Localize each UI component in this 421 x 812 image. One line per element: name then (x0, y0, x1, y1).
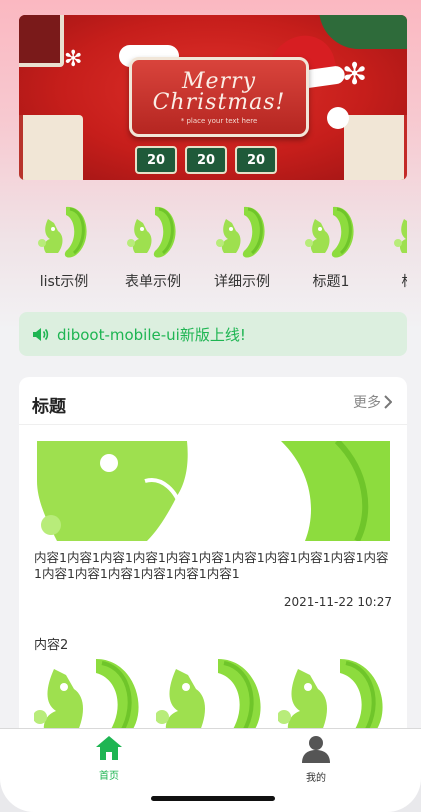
year-badge: 20 (235, 146, 277, 174)
squirrel-logo-icon (394, 219, 407, 253)
shortcut-title1[interactable]: 标题1 (286, 196, 376, 296)
squirrel-logo-icon (278, 659, 383, 739)
greeting-tagline: * place your text here (180, 117, 258, 125)
speaker-icon (33, 327, 49, 341)
pine-decoration (319, 15, 407, 49)
user-icon (302, 736, 330, 763)
gift-box-decoration (344, 115, 407, 180)
chevron-right-icon (384, 395, 392, 409)
snowflake-icon: ✻ (64, 47, 83, 72)
shortcut-label: 标题2 (375, 271, 407, 291)
tab-home[interactable]: 首页 (49, 735, 169, 782)
greeting-line2: Christmas! (152, 90, 286, 115)
greeting-plaque: Merry Christmas! * place your text here (129, 57, 309, 137)
snowflake-icon: ✻ (342, 57, 368, 92)
phone-screen: ✻ ✻ Merry Christmas! * place your text h… (0, 0, 421, 812)
notice-text: diboot-mobile-ui新版上线! (57, 325, 246, 344)
santa-hat-ball-decoration (327, 107, 349, 129)
home-icon (96, 736, 122, 760)
shortcut-list-example[interactable]: list示例 (19, 196, 109, 296)
item-content: 内容1内容1内容1内容1内容1内容1内容1内容1内容1内容1内容1内容1内容1内… (34, 550, 389, 581)
squirrel-logo-icon (127, 206, 176, 258)
year-badge: 20 (135, 146, 177, 174)
shortcut-label: 详细示例 (214, 274, 270, 290)
shortcut-label: 标题1 (312, 274, 350, 290)
card-title: 标题 (32, 397, 66, 417)
shortcut-title2[interactable]: 标题2 (375, 196, 407, 296)
news-card: 标题 更多 内容1内容1内容1内容1内容1内容1内容1内容1内容1内容1内容1内… (19, 377, 407, 777)
squirrel-logo-icon (37, 441, 390, 541)
card-header: 标题 更多 (19, 377, 407, 425)
shortcut-grid: list示例 表单示例 详细示例 标题1 (19, 196, 407, 296)
more-label: 更多 (353, 395, 381, 411)
item-image[interactable] (156, 659, 268, 739)
item-image[interactable] (34, 659, 146, 739)
shortcut-label: 表单示例 (125, 274, 181, 290)
tab-label: 首页 (99, 771, 119, 782)
shortcut-label: list示例 (39, 274, 89, 290)
shortcut-detail-example[interactable]: 详细示例 (197, 196, 287, 296)
year-badges: 20 20 20 (135, 146, 277, 174)
item-content: 内容2 (34, 638, 69, 653)
home-indicator[interactable] (151, 796, 275, 801)
gift-box-decoration (19, 15, 64, 67)
year-badge: 20 (185, 146, 227, 174)
item-date: 2021-11-22 10:27 (283, 595, 392, 609)
notice-bar[interactable]: diboot-mobile-ui新版上线! (19, 312, 407, 356)
christmas-banner[interactable]: ✻ ✻ Merry Christmas! * place your text h… (19, 15, 407, 180)
item-image[interactable] (278, 659, 390, 739)
item-image-row (34, 659, 394, 739)
tab-mine[interactable]: 我的 (256, 735, 376, 784)
squirrel-logo-icon (38, 206, 87, 258)
squirrel-logo-icon (34, 659, 139, 739)
more-link[interactable]: 更多 (353, 392, 392, 412)
squirrel-logo-icon (216, 206, 265, 258)
squirrel-logo-icon (305, 206, 354, 258)
shortcut-form-example[interactable]: 表单示例 (108, 196, 198, 296)
tab-label: 我的 (306, 773, 326, 784)
gift-box-decoration (19, 115, 83, 180)
item-image[interactable] (37, 441, 390, 541)
squirrel-logo-icon (156, 659, 261, 739)
